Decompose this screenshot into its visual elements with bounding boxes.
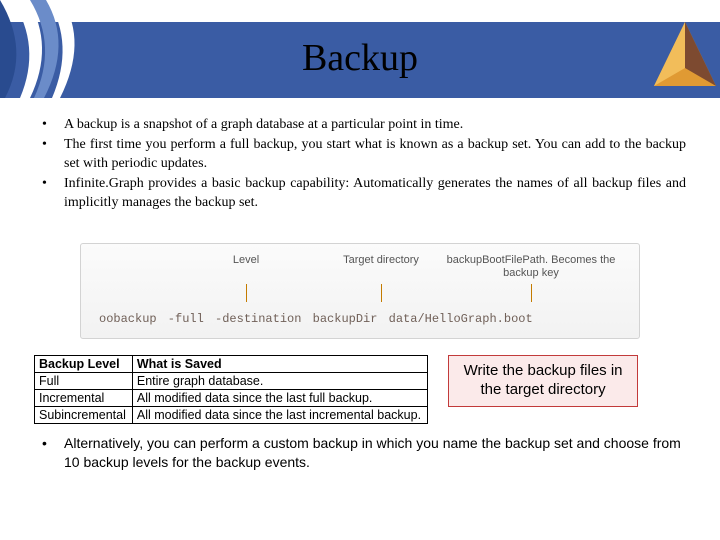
slide-title: Backup: [0, 36, 720, 80]
table-cell-desc: All modified data since the last increme…: [132, 407, 427, 424]
table-header-saved: What is Saved: [132, 356, 427, 373]
table-row: Subincremental All modified data since t…: [35, 407, 428, 424]
diagram-label-level: Level: [171, 254, 321, 266]
diagram-label-bootpath: backupBootFilePath. Becomes the backup k…: [441, 254, 621, 278]
target-directory-note: Write the backup files in the target dir…: [448, 355, 638, 407]
table-cell-level: Incremental: [35, 390, 133, 407]
outro-bullet: Alternatively, you can perform a custom …: [34, 434, 686, 470]
slide-header: Backup: [0, 0, 720, 98]
table-cell-level: Full: [35, 373, 133, 390]
intro-bullet-list: A backup is a snapshot of a graph databa…: [34, 116, 686, 212]
backup-levels-table: Backup Level What is Saved Full Entire g…: [34, 355, 428, 424]
table-row: Full Entire graph database.: [35, 373, 428, 390]
table-cell-desc: All modified data since the last full ba…: [132, 390, 427, 407]
intro-section: A backup is a snapshot of a graph databa…: [0, 98, 720, 223]
table-header-level: Backup Level: [35, 356, 133, 373]
intro-bullet: A backup is a snapshot of a graph databa…: [34, 116, 686, 135]
table-row: Backup Level What is Saved: [35, 356, 428, 373]
table-row: Incremental All modified data since the …: [35, 390, 428, 407]
diagram-label-target: Target directory: [306, 254, 456, 266]
diagram-connector-icon: [381, 284, 382, 302]
table-cell-level: Subincremental: [35, 407, 133, 424]
intro-bullet: Infinite.Graph provides a basic backup c…: [34, 175, 686, 213]
lower-row: Backup Level What is Saved Full Entire g…: [34, 355, 686, 424]
diagram-command-text: oobackup -full -destination backupDir da…: [99, 312, 621, 326]
diagram-connector-icon: [531, 284, 532, 302]
intro-bullet: The first time you perform a full backup…: [34, 136, 686, 174]
table-cell-desc: Entire graph database.: [132, 373, 427, 390]
outro-bullet-list: Alternatively, you can perform a custom …: [34, 434, 686, 470]
diagram-connector-icon: [246, 284, 247, 302]
command-diagram: Level Target directory backupBootFilePat…: [80, 243, 640, 339]
